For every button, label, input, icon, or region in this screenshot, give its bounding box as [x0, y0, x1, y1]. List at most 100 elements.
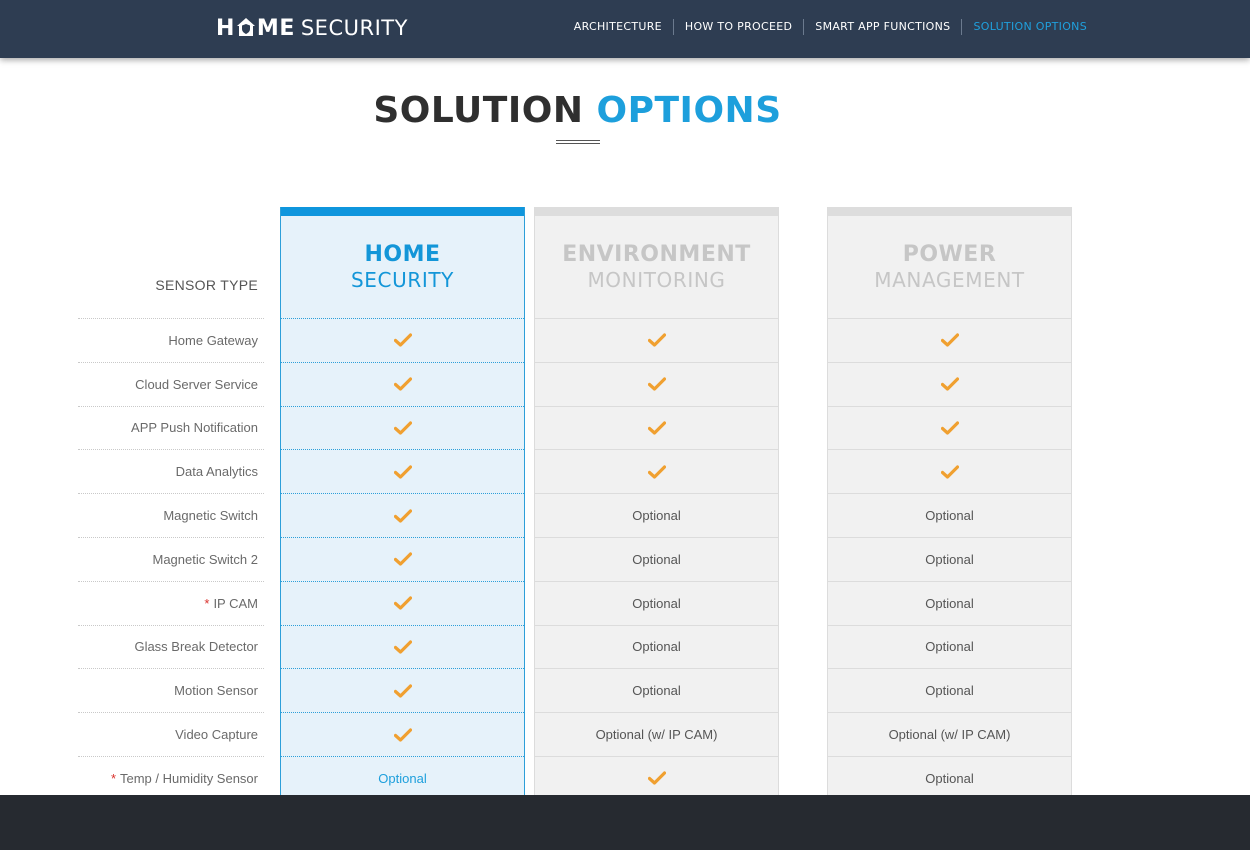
plan-cell-text: Optional	[925, 595, 974, 611]
plan-cell	[281, 536, 524, 581]
plan-cell-text: Optional (w/ IP CAM)	[595, 727, 718, 743]
checkmark-icon	[393, 684, 412, 698]
plan-cell	[281, 449, 524, 493]
plan-top-bar	[828, 207, 1071, 216]
sensor-row-label: Home Gateway	[78, 318, 264, 362]
plan-cell-text: Optional	[632, 508, 681, 524]
plan-cell: Optional	[828, 624, 1071, 669]
sensor-row-label-text: Video Capture	[175, 727, 258, 743]
sensor-row-label-text: Magnetic Switch 2	[152, 551, 259, 567]
sensor-row-label-text: Motion Sensor	[174, 683, 258, 699]
required-asterisk: *	[204, 595, 210, 611]
plan-title-line1: HOME	[364, 242, 441, 267]
plan-cell: Optional (w/ IP CAM)	[535, 712, 778, 756]
plan-cell	[281, 624, 524, 669]
plan-title-line2: MANAGEMENT	[874, 268, 1025, 292]
sensor-row-label-text: Data Analytics	[175, 464, 258, 480]
checkmark-icon	[647, 377, 666, 391]
sensor-row-label: Video Capture	[78, 712, 264, 756]
logo-text-start: H	[216, 15, 235, 41]
plan-column: POWER MANAGEMENT Optional Optional Optional O…	[827, 207, 1072, 795]
plan-cell	[281, 580, 524, 625]
site-logo[interactable]: H ME SECURITY	[216, 14, 408, 42]
main-nav: ARCHITECTURE HOW TO PROCEED SMART APP FU…	[563, 19, 1098, 35]
plan-cell	[828, 405, 1071, 450]
checkmark-icon	[940, 465, 959, 479]
footer	[0, 795, 1250, 850]
checkmark-icon	[940, 377, 959, 391]
nav-solution-options[interactable]: SOLUTION OPTIONS	[961, 19, 1098, 35]
checkmark-icon	[393, 552, 412, 566]
checkmark-icon	[393, 727, 412, 742]
top-navigation-bar: H ME SECURITY ARCHITECTURE HOW TO PROCEE…	[0, 0, 1250, 58]
plan-cell: Optional	[828, 493, 1071, 537]
plan-title-line2: SECURITY	[351, 268, 454, 292]
sensor-row-label-text: Glass Break Detector	[134, 639, 258, 655]
nav-architecture[interactable]: ARCHITECTURE	[563, 19, 673, 35]
checkmark-icon	[647, 421, 666, 435]
plan-cell: Optional	[828, 536, 1071, 581]
plan-cell: Optional	[535, 580, 778, 625]
plan-column: ENVIRONMENT MONITORING Optional Optional Opt…	[534, 207, 779, 795]
sensor-row-label: Cloud Server Service	[78, 361, 264, 406]
plan-header-logo: ENVIRONMENT MONITORING	[535, 216, 778, 318]
sensor-row-label: Data Analytics	[78, 449, 264, 493]
plan-cell	[535, 361, 778, 406]
plan-top-bar	[281, 207, 524, 216]
plan-column: HOME SECURITY Optional	[280, 207, 525, 795]
plan-title-line1: ENVIRONMENT	[562, 242, 751, 267]
required-asterisk: *	[110, 770, 116, 786]
plan-cell: Optional	[828, 580, 1071, 625]
plan-cell: Optional	[828, 668, 1071, 712]
plan-cell: Optional	[281, 755, 524, 795]
sensor-row-label: Magnetic Switch 2	[78, 536, 264, 581]
plan-cell-text: Optional	[632, 639, 681, 655]
page-title-part2: OPTIONS	[596, 90, 782, 131]
plan-cell	[281, 493, 524, 537]
checkmark-icon	[393, 596, 412, 610]
sensor-type-header: SENSOR TYPE	[155, 277, 258, 293]
plan-cell-text: Optional	[925, 770, 974, 786]
plan-cell-text: Optional	[925, 683, 974, 699]
plan-top-bar	[535, 207, 778, 216]
checkmark-icon	[647, 771, 666, 785]
plan-cell-text: Optional (w/ IP CAM)	[888, 727, 1011, 743]
sensor-row-label: Glass Break Detector	[78, 624, 264, 669]
plan-header-logo: POWER MANAGEMENT	[828, 216, 1071, 318]
plan-cell	[828, 449, 1071, 493]
checkmark-icon	[393, 333, 412, 347]
sensor-row-label-text: Home Gateway	[168, 332, 258, 348]
plan-cell	[535, 449, 778, 493]
checkmark-icon	[940, 421, 959, 435]
plan-cell-text: Optional	[925, 639, 974, 655]
plan-title-line1: POWER	[902, 242, 997, 267]
checkmark-icon	[647, 333, 666, 347]
plan-cell	[281, 668, 524, 712]
plan-cell: Optional	[535, 624, 778, 669]
sensor-row-label: Motion Sensor	[78, 668, 264, 712]
nav-smart-app-functions[interactable]: SMART APP FUNCTIONS	[803, 19, 961, 35]
plan-cell: Optional	[828, 755, 1071, 795]
plan-cell-text: Optional	[632, 595, 681, 611]
page-title-part1: SOLUTION	[373, 90, 584, 131]
sensor-row-label-text: APP Push Notification	[131, 420, 258, 436]
logo-text-end: ME	[256, 15, 295, 41]
page-title: SOLUTION OPTIONS	[0, 90, 1155, 131]
checkmark-icon	[393, 377, 412, 391]
plan-cell	[281, 318, 524, 362]
plan-cell-text: Optional	[632, 683, 681, 699]
nav-how-to-proceed[interactable]: HOW TO PROCEED	[672, 19, 803, 35]
checkmark-icon	[940, 333, 959, 347]
plan-cell	[828, 361, 1071, 406]
plan-cell	[281, 361, 524, 406]
plan-cell: Optional (w/ IP CAM)	[828, 712, 1071, 756]
checkmark-icon	[393, 465, 412, 479]
plan-cell-text: Optional	[378, 770, 427, 786]
plan-cell	[535, 405, 778, 450]
plan-cell: Optional	[535, 536, 778, 581]
plan-title-line2: MONITORING	[587, 268, 726, 292]
sensor-row-label: Magnetic Switch	[78, 493, 264, 537]
sensor-type-column: SENSOR TYPE Home Gateway Cloud Server Ser…	[78, 207, 264, 800]
sensor-row-label-text: Magnetic Switch	[163, 508, 258, 524]
title-divider	[556, 140, 600, 144]
